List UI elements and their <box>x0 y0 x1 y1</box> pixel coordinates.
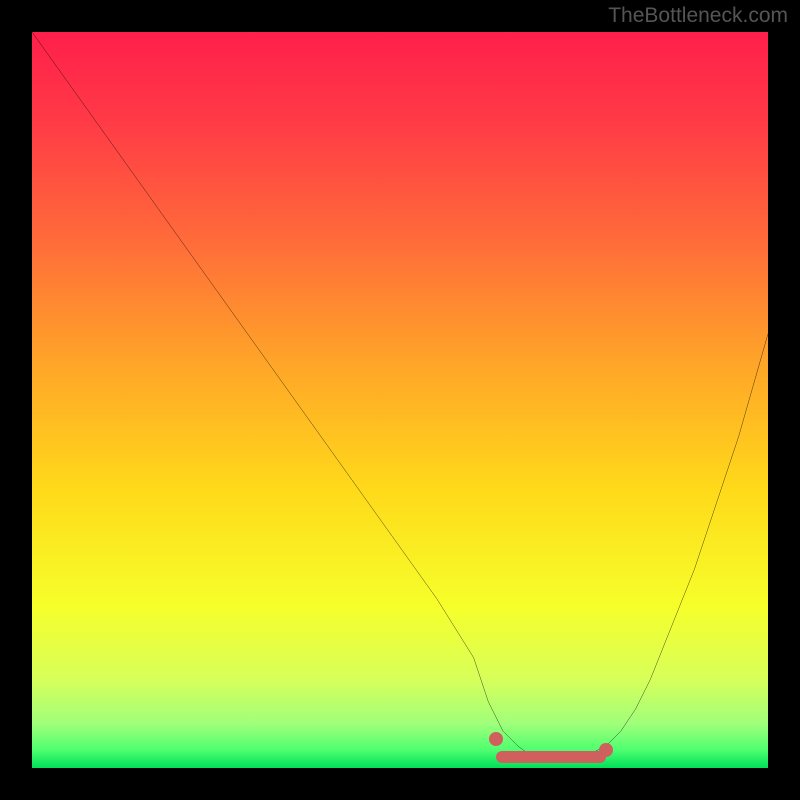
optimal-range-bar <box>496 751 606 763</box>
bottleneck-curve-line <box>32 32 768 761</box>
chart-plot-area <box>32 32 768 768</box>
watermark-text: TheBottleneck.com <box>608 4 788 28</box>
curve-marker <box>489 732 503 746</box>
curve-marker <box>599 743 613 757</box>
chart-curve-svg <box>32 32 768 768</box>
